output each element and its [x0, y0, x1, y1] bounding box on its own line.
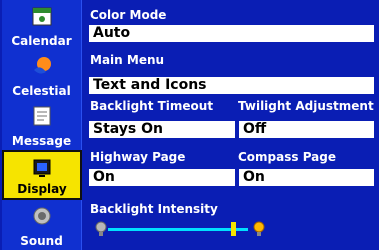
highway-page-label: Highway Page	[90, 150, 186, 164]
display-settings-screen: Calendar Celestial Message Display Sound…	[0, 0, 379, 250]
bright-bulb-icon	[253, 221, 265, 236]
highway-page-field[interactable]: On	[88, 168, 236, 187]
message-icon	[33, 106, 50, 126]
sidebar-item-label: Calendar	[11, 34, 72, 48]
backlight-intensity-slider-thumb[interactable]	[231, 222, 236, 236]
compass-page-label: Compass Page	[238, 150, 337, 164]
celestial-icon	[33, 57, 51, 74]
sidebar-item-message[interactable]: Message	[2, 100, 82, 150]
sidebar-item-calendar[interactable]: Calendar	[2, 0, 82, 50]
backlight-intensity-slider-track[interactable]	[108, 228, 248, 231]
main-menu-label: Main Menu	[90, 53, 165, 67]
backlight-timeout-label: Backlight Timeout	[90, 99, 214, 113]
backlight-timeout-field[interactable]: Stays On	[88, 120, 236, 139]
twilight-adjustment-field[interactable]: Off	[238, 120, 375, 139]
compass-page-field[interactable]: On	[238, 168, 375, 187]
backlight-intensity-label: Backlight Intensity	[90, 202, 218, 216]
settings-panel: Color Mode Auto Main Menu Text and Icons…	[86, 0, 377, 250]
main-menu-field[interactable]: Text and Icons	[88, 76, 375, 95]
dim-bulb-icon	[95, 221, 107, 236]
color-mode-field[interactable]: Auto	[88, 24, 375, 43]
sidebar-item-display[interactable]: Display	[2, 150, 82, 200]
sidebar-item-label: Message	[11, 134, 72, 148]
sidebar-item-label: Celestial	[12, 84, 71, 98]
display-icon	[33, 159, 51, 177]
sidebar-item-label: Display	[17, 182, 67, 196]
sidebar-item-label: Sound	[20, 234, 63, 248]
sidebar-item-sound[interactable]: Sound	[2, 200, 82, 250]
color-mode-label: Color Mode	[90, 8, 167, 22]
twilight-adjustment-label: Twilight Adjustment	[238, 99, 374, 113]
calendar-icon	[32, 7, 51, 26]
sidebar: Calendar Celestial Message Display Sound	[2, 0, 84, 250]
sound-icon	[33, 207, 50, 225]
sidebar-item-celestial[interactable]: Celestial	[2, 50, 82, 100]
